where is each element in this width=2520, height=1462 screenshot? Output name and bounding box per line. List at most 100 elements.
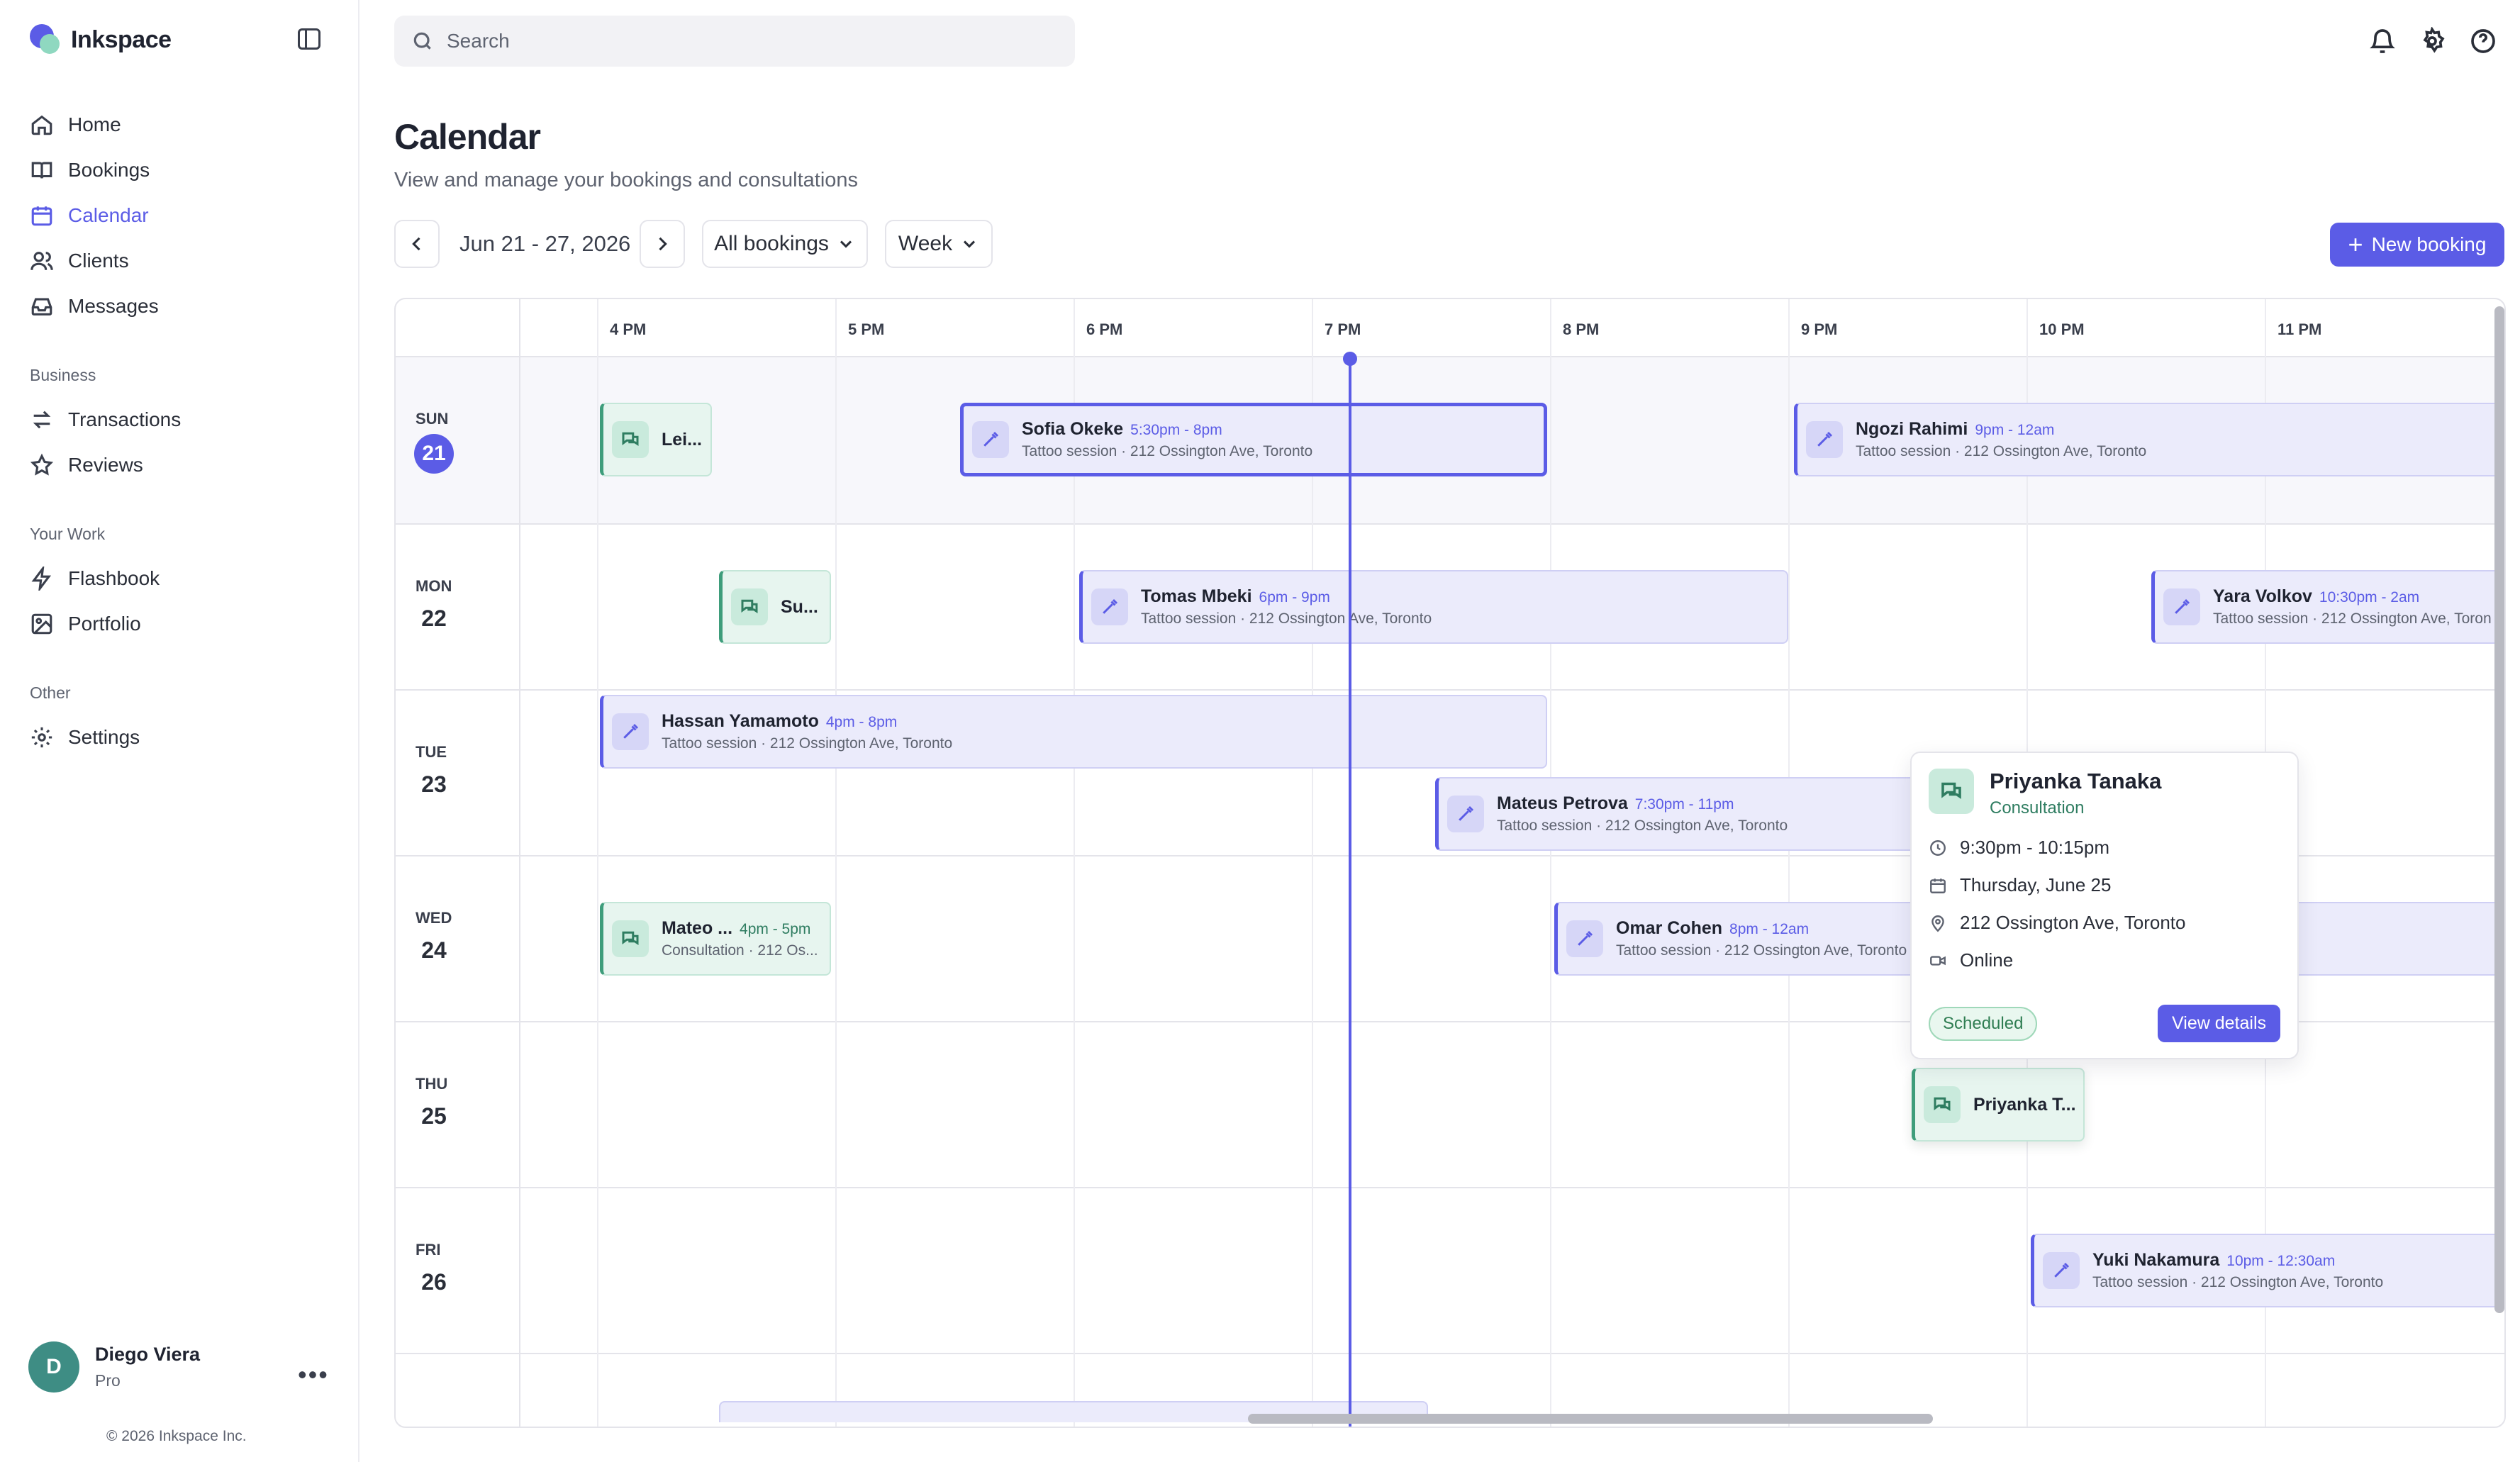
event-consultation[interactable]: Lei... (600, 403, 712, 476)
user-profile[interactable]: D Diego Viera Pro (28, 1341, 200, 1393)
chevron-down-icon (964, 240, 976, 248)
star-icon (30, 453, 54, 476)
horizontal-scrollbar[interactable] (1248, 1414, 1933, 1424)
clock-icon (1930, 839, 1946, 856)
popover-date: Thursday, June 25 (1960, 874, 2112, 895)
event-location: Consultation · 212 Os... (662, 942, 818, 959)
sidebar-item-reviews[interactable]: Reviews (30, 447, 143, 484)
event-consultation[interactable]: Su... (719, 570, 831, 644)
sidebar-item-label: Bookings (68, 159, 150, 181)
view-details-button[interactable]: View details (2158, 1005, 2280, 1042)
event-time: 7:30pm - 11pm (1634, 796, 1734, 813)
day-number-today[interactable]: 21 (414, 434, 454, 474)
date-range-label: Jun 21 - 27, 2026 (459, 231, 631, 256)
sidebar-item-bookings[interactable]: Bookings (30, 152, 150, 189)
hour-gridline (835, 299, 837, 1427)
chevron-left-icon (412, 237, 420, 251)
hour-label: 4 PM (610, 320, 647, 338)
avatar: D (28, 1341, 79, 1393)
event-time: 5:30pm - 8pm (1130, 422, 1222, 439)
sidebar-item-label: Settings (68, 726, 140, 748)
sidebar-item-calendar[interactable]: Calendar (30, 197, 149, 234)
gutter-divider (519, 299, 520, 1427)
search-icon (413, 32, 431, 50)
sidebar-item-label: Reviews (68, 454, 143, 476)
brand-logo-icon (30, 24, 61, 55)
status-badge: Scheduled (1929, 1006, 2038, 1041)
needle-icon (1566, 920, 1603, 957)
sidebar-item-home[interactable]: Home (30, 106, 121, 143)
event-tattoo-session[interactable]: Yara Volkov 10:30pm - 2am Tattoo session … (2151, 570, 2504, 644)
sidebar-item-transactions[interactable]: Transactions (30, 401, 181, 438)
settings-gear-icon[interactable] (2418, 26, 2446, 55)
section-label-business: Business (30, 366, 96, 384)
event-tattoo-session[interactable]: Ngozi Rahimi 9pm - 12am Tattoo session · … (1794, 403, 2504, 476)
sidebar-item-label: Portfolio (68, 613, 141, 635)
day-number[interactable]: 22 (414, 606, 454, 632)
hour-label: 8 PM (1563, 320, 1600, 338)
event-tattoo-session[interactable]: Hassan Yamamoto 4pm - 8pm Tattoo session … (600, 695, 1547, 769)
event-location: Tattoo session · 212 Ossington Ave, Toro… (1856, 443, 2147, 460)
day-of-week: FRI (416, 1241, 441, 1259)
brand[interactable]: Inkspace (30, 24, 172, 55)
vertical-scrollbar[interactable] (2494, 306, 2504, 1313)
current-time-line (1349, 357, 1351, 1427)
event-location: Tattoo session · 212 Ossington Ave, Toro… (662, 735, 953, 752)
hour-gridline (1788, 299, 1790, 1427)
bookings-filter-dropdown[interactable]: All bookings (702, 220, 868, 268)
sidebar-item-clients[interactable]: Clients (30, 242, 129, 279)
sidebar-item-portfolio[interactable]: Portfolio (30, 606, 141, 642)
search-input[interactable] (447, 30, 1014, 52)
more-options-icon[interactable]: ••• (298, 1360, 329, 1390)
event-client-name: Yara Volkov (2213, 586, 2312, 607)
chat-icon (1929, 769, 1974, 814)
hour-label: 5 PM (848, 320, 885, 338)
sidebar-item-label: Clients (68, 250, 129, 272)
sidebar: Inkspace Home Bookings Calendar Clients … (0, 0, 359, 1462)
notification-bell-icon[interactable] (2368, 27, 2397, 55)
day-number[interactable]: 26 (414, 1269, 454, 1295)
filter-label: All bookings (714, 232, 829, 255)
view-mode-dropdown[interactable]: Week (885, 220, 993, 268)
day-number[interactable]: 23 (414, 771, 454, 798)
bolt-icon (31, 567, 52, 591)
event-time: 4pm - 5pm (740, 921, 811, 938)
hour-label: 10 PM (2039, 320, 2085, 338)
needle-icon (1091, 588, 1128, 625)
section-label-your-work: Your Work (30, 525, 106, 543)
event-detail-popover: Priyanka Tanaka Consultation 9:30pm - 10… (1910, 752, 2299, 1059)
chat-icon (731, 588, 768, 625)
chevron-down-icon (840, 240, 852, 248)
day-number[interactable]: 25 (414, 1103, 454, 1129)
event-time: 9pm - 12am (1975, 422, 2055, 439)
user-name: Diego Viera (95, 1344, 201, 1365)
event-time: 6pm - 9pm (1259, 589, 1330, 606)
prev-week-button[interactable] (394, 220, 440, 268)
new-booking-button[interactable]: + New booking (2330, 223, 2504, 267)
view-label: Week (898, 232, 953, 255)
event-location: Tattoo session · 212 Ossington Ave, Toro… (1497, 818, 1788, 835)
event-location: Tattoo session · 212 Ossington Ave, Toro… (2213, 610, 2492, 627)
event-tattoo-session[interactable]: Yuki Nakamura 10pm - 12:30am Tattoo sessi… (2031, 1234, 2504, 1307)
app-root: Inkspace Home Bookings Calendar Clients … (0, 0, 2520, 1462)
event-tattoo-session-selected[interactable]: Sofia Okeke 5:30pm - 8pm Tattoo session ·… (960, 403, 1547, 476)
hour-gridline (597, 299, 598, 1427)
event-tattoo-session[interactable]: Tomas Mbeki 6pm - 9pm Tattoo session · 21… (1079, 570, 1788, 644)
sidebar-item-label: Messages (68, 295, 159, 317)
sidebar-item-messages[interactable]: Messages (30, 288, 159, 325)
event-client-name: Yuki Nakamura (2092, 1250, 2220, 1271)
current-time-dot (1343, 352, 1357, 366)
day-of-week: TUE (416, 743, 447, 761)
calendar-icon (1930, 878, 1946, 893)
sidebar-toggle-icon[interactable] (298, 28, 320, 50)
event-consultation[interactable]: Mateo ... 4pm - 5pm Consultation · 212 Os… (600, 902, 831, 976)
day-number[interactable]: 24 (414, 937, 454, 964)
next-week-button[interactable] (640, 220, 685, 268)
hour-label: 9 PM (1801, 320, 1838, 338)
popover-event-type: Consultation (1990, 798, 2085, 818)
search-bar[interactable] (394, 16, 1075, 67)
sidebar-item-flashbook[interactable]: Flashbook (30, 560, 160, 597)
sidebar-item-settings[interactable]: Settings (30, 719, 140, 756)
event-consultation-hovered[interactable]: Priyanka T... (1912, 1068, 2085, 1142)
help-icon[interactable] (2469, 27, 2497, 55)
